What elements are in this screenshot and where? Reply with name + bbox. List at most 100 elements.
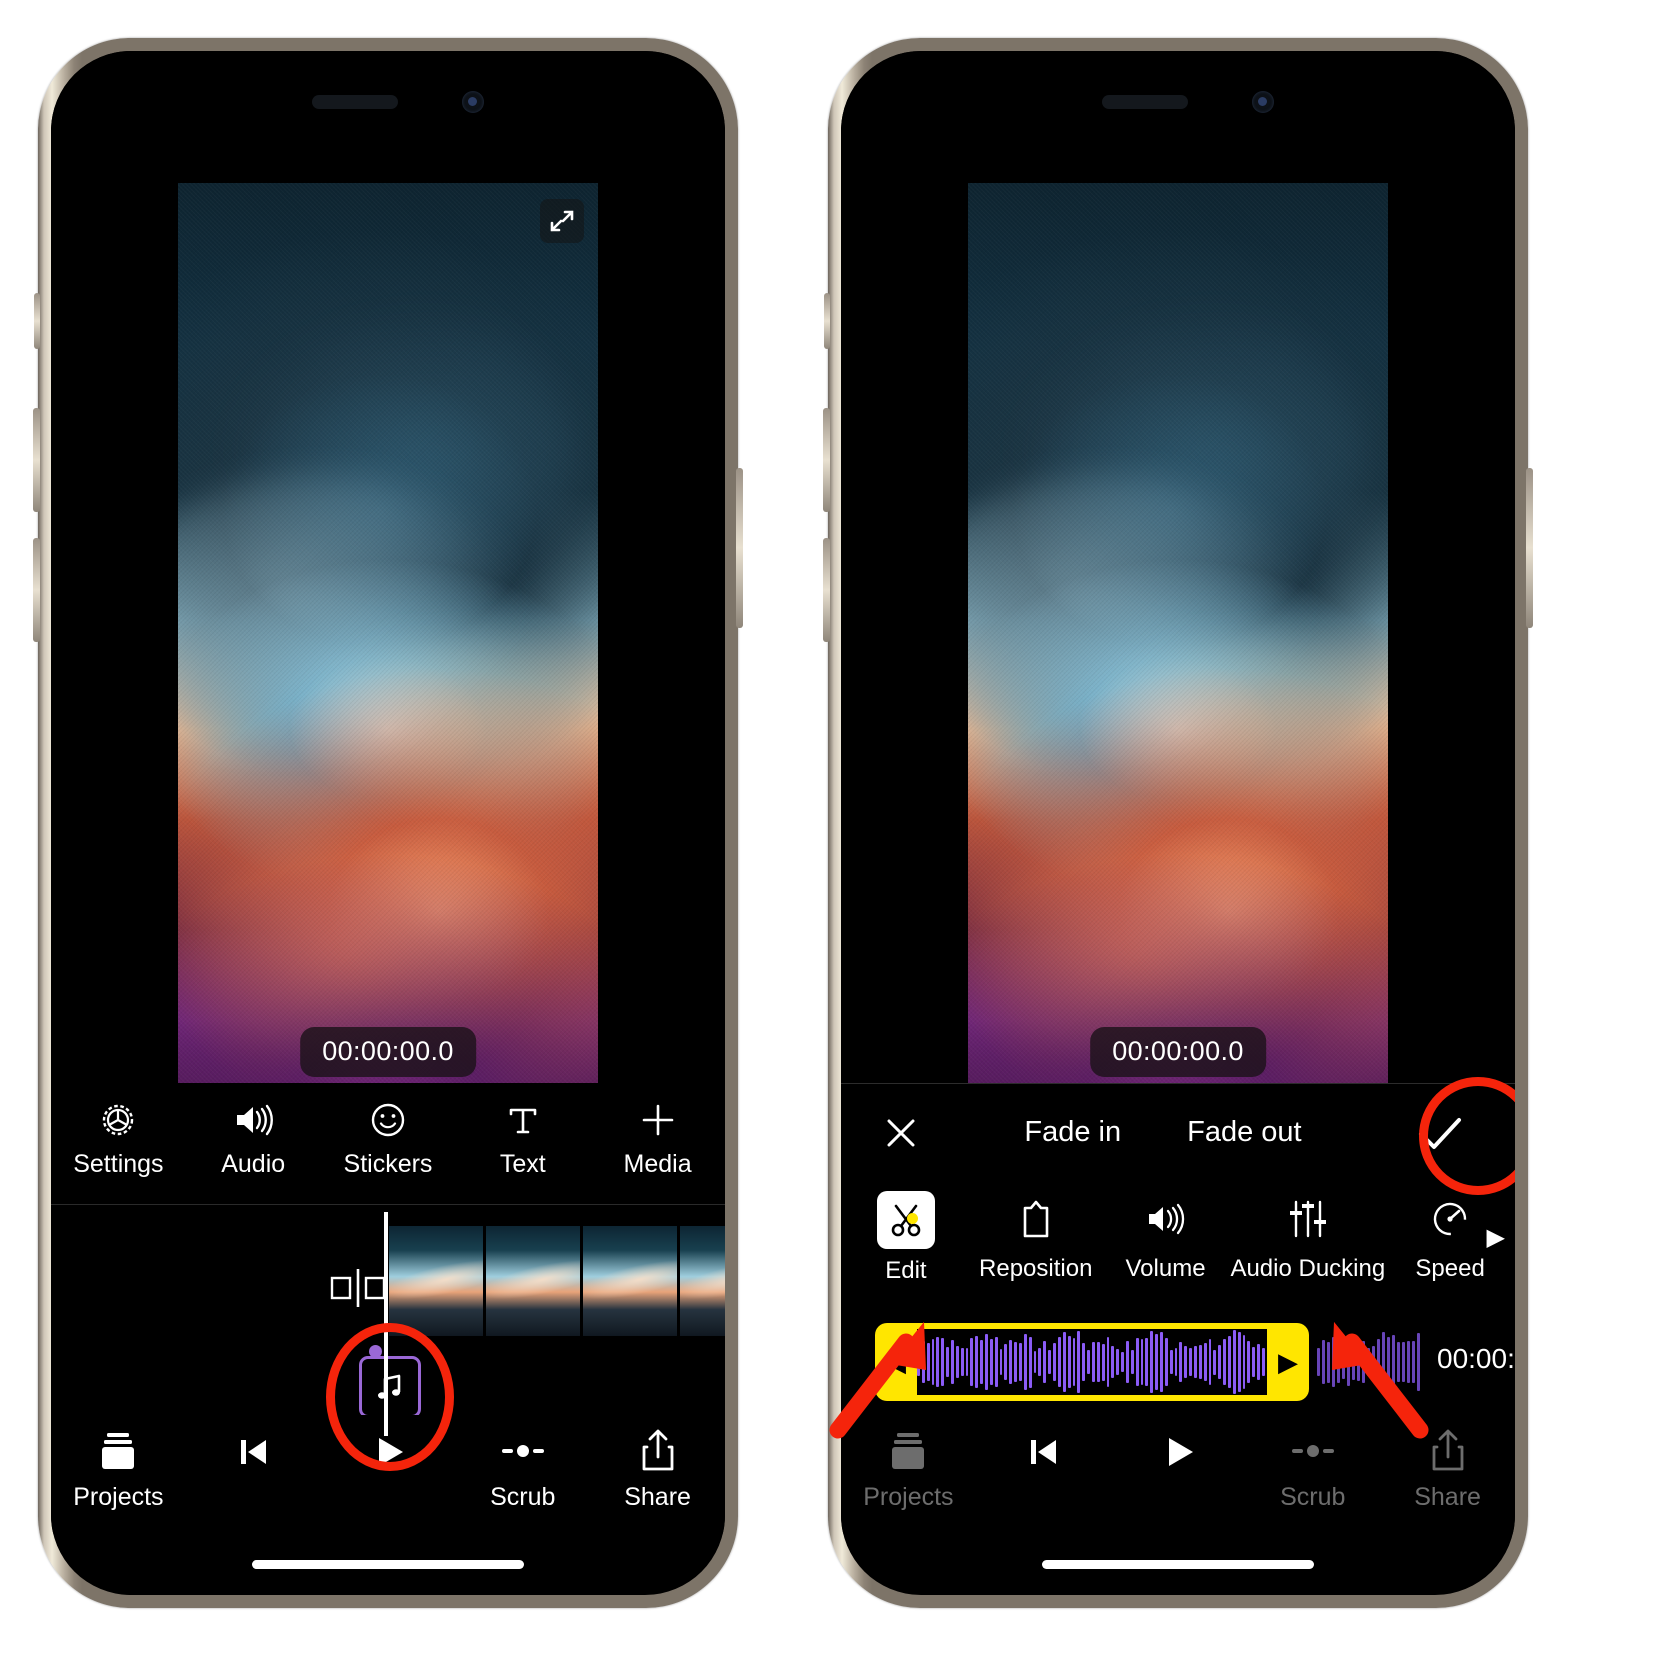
toolbar-item-settings[interactable]: Settings [51, 1083, 186, 1179]
fade-in-button[interactable]: Fade in [1024, 1116, 1121, 1149]
waveform-bar [975, 1335, 979, 1389]
volume-up-button[interactable] [33, 408, 40, 512]
waveform-bar [1038, 1347, 1042, 1377]
waveform-bar [1111, 1345, 1115, 1379]
tool-reposition[interactable]: Reposition [971, 1191, 1101, 1283]
sliders-icon [1285, 1191, 1331, 1247]
phone-mockup-left: 00:00:00.0 Settings Audio Stickers Text … [33, 38, 743, 1608]
waveform-bar [1232, 1330, 1236, 1394]
waveform-bar [1237, 1332, 1241, 1392]
preview-timestamp: 00:00:00.0 [1090, 1027, 1266, 1077]
annotation-arrow-left-handle [829, 1322, 926, 1439]
toolbar-label: Audio [221, 1150, 286, 1178]
nav-item-skip-back[interactable] [186, 1425, 321, 1483]
plus-icon [636, 1097, 680, 1143]
waveform-bar [1242, 1334, 1246, 1390]
home-indicator[interactable] [1042, 1560, 1314, 1569]
nav-label: Share [624, 1483, 691, 1511]
annotation-arrow-right-handle [1332, 1322, 1429, 1439]
video-canvas[interactable]: 00:00:00.0 [178, 183, 598, 1093]
nav-item-skip-back[interactable] [976, 1425, 1111, 1483]
speedometer-icon [1428, 1191, 1472, 1247]
waveform-bar [1179, 1342, 1183, 1382]
clip-thumbnail [680, 1226, 725, 1336]
playhead[interactable] [384, 1212, 388, 1436]
waveform-bar [1053, 1342, 1056, 1382]
transition-marker-icon[interactable] [329, 1266, 387, 1310]
waveform-bar [1087, 1350, 1090, 1374]
silent-switch[interactable] [824, 293, 830, 349]
volume-up-button[interactable] [823, 408, 830, 512]
volume-down-button[interactable] [823, 538, 830, 642]
waveform-bar [1130, 1349, 1134, 1375]
close-icon [887, 1119, 915, 1146]
music-note-icon [378, 1374, 401, 1399]
waveform-bar [1257, 1343, 1261, 1381]
waveform-bar [985, 1334, 988, 1390]
nav-item-play[interactable] [1111, 1425, 1246, 1483]
waveform-bar [994, 1337, 998, 1387]
toolbar-item-stickers[interactable]: Stickers [321, 1083, 456, 1179]
waveform-bar [1106, 1337, 1110, 1387]
audio-editor-header: Fade in Fade out [841, 1083, 1515, 1181]
video-canvas[interactable]: 00:00:00.0 [968, 183, 1388, 1093]
close-button[interactable] [841, 1112, 961, 1154]
timeline[interactable] [51, 1206, 725, 1441]
unsaved-changes-dot [907, 1213, 918, 1224]
toolbar-label: Settings [73, 1150, 164, 1178]
front-camera [462, 91, 484, 113]
waveform-bar [999, 1349, 1003, 1375]
waveform-bar [989, 1339, 993, 1385]
volume-down-button[interactable] [33, 538, 40, 642]
waveform-bar [1223, 1339, 1226, 1385]
waveform-bar [1155, 1333, 1158, 1391]
tool-edit[interactable]: Edit [841, 1191, 971, 1285]
nav-item-projects[interactable]: Projects [51, 1425, 186, 1512]
power-button[interactable] [1526, 468, 1533, 628]
confirm-button[interactable] [1365, 1109, 1515, 1157]
nav-item-share[interactable]: Share [590, 1425, 725, 1512]
scrub-icon [497, 1425, 549, 1477]
video-clip-strip[interactable] [389, 1226, 725, 1336]
toolbar-label: Media [623, 1150, 692, 1178]
earpiece-speaker [1102, 95, 1188, 109]
bottom-navigation-bar: Projects Scrub Share [51, 1415, 725, 1535]
waveform-bar [1135, 1337, 1139, 1387]
fade-out-button[interactable]: Fade out [1187, 1116, 1301, 1149]
nav-label: Scrub [490, 1483, 556, 1511]
dynamic-island [262, 77, 514, 129]
reposition-icon [1016, 1191, 1056, 1247]
edit-toolbar: Settings Audio Stickers Text Media [51, 1083, 725, 1205]
waveform-bar [1189, 1348, 1192, 1376]
gear-icon [96, 1097, 140, 1143]
waveform-bar [1082, 1343, 1086, 1381]
skip-back-icon [1020, 1425, 1066, 1477]
toolbar-item-media[interactable]: Media [590, 1083, 725, 1179]
speaker-wave-icon [229, 1097, 277, 1143]
waveform-bar [1247, 1341, 1251, 1383]
tool-audio-ducking[interactable]: Audio Ducking [1230, 1191, 1385, 1283]
tool-volume[interactable]: Volume [1101, 1191, 1231, 1283]
waveform-bar [1062, 1332, 1066, 1392]
nav-item-scrub[interactable]: Scrub [455, 1425, 590, 1512]
clip-duration-label: 00:00:22.0 [1437, 1343, 1515, 1374]
waveform-bar [1150, 1330, 1154, 1394]
waveform-bar [1023, 1333, 1027, 1391]
silent-switch[interactable] [34, 293, 40, 349]
toolbar-item-audio[interactable]: Audio [186, 1083, 321, 1179]
home-indicator[interactable] [252, 1560, 524, 1569]
video-preview-area: 00:00:00.0 [841, 51, 1515, 1093]
power-button[interactable] [736, 468, 743, 628]
waveform-bar [1174, 1348, 1178, 1376]
waveform-bar [1184, 1346, 1188, 1378]
more-tools-chevron-icon[interactable]: ▶ [1487, 1223, 1505, 1252]
waveform-bar [1125, 1340, 1129, 1384]
audio-clip-music-chip[interactable] [359, 1356, 421, 1418]
toolbar-item-text[interactable]: Text [455, 1083, 590, 1179]
waveform-bar [1019, 1343, 1022, 1381]
expand-icon[interactable] [540, 199, 584, 243]
waveform-bar [1121, 1351, 1124, 1373]
front-camera [1252, 91, 1274, 113]
smiley-icon [366, 1097, 410, 1143]
waveform-bar [1067, 1335, 1071, 1389]
